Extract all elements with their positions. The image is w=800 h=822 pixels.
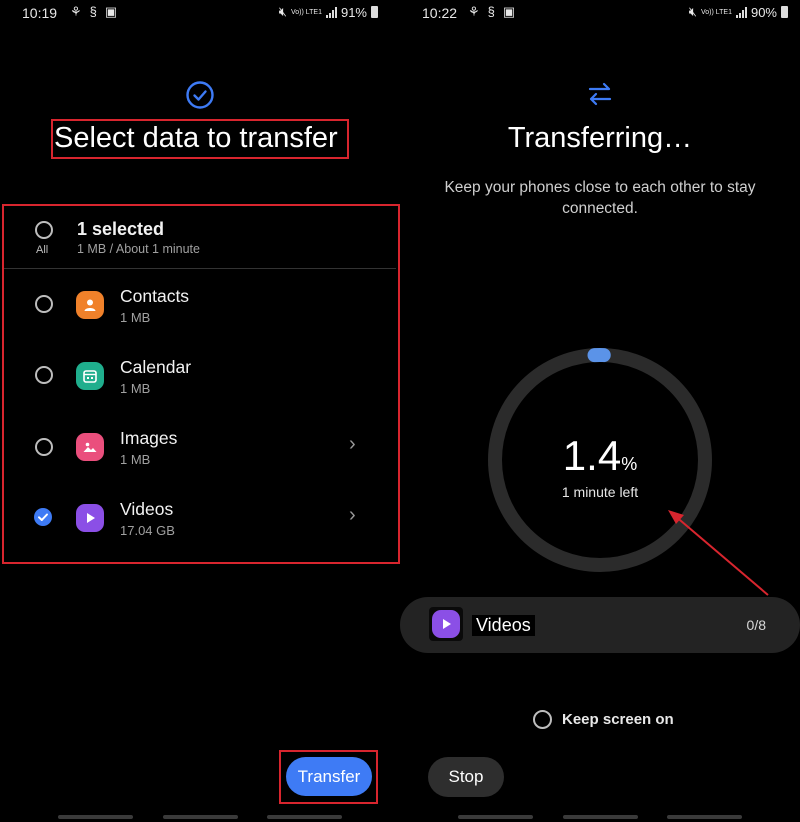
nav-bar-hint [563, 815, 638, 819]
check-circle-icon [185, 80, 215, 115]
page-subtitle: Keep your phones close to each other to … [444, 179, 756, 217]
left-screen: 10:19 ⚘ § ▣ 🔇︎ Vo)) LTE1 91% Select data… [0, 0, 400, 822]
signal-icon [735, 6, 747, 18]
battery-percent: 90% [750, 4, 777, 20]
videos-icon [429, 607, 463, 641]
page-title: Transferring… [507, 122, 693, 154]
shazam-icon: § [89, 4, 97, 19]
keep-screen-on-radio[interactable] [533, 710, 552, 729]
gallery-icon: ▣ [104, 4, 118, 19]
status-bar: 10:22 ⚘ § ▣ 🔇︎ Vo)) LTE1 90% [400, 0, 800, 26]
status-time: 10:22 [422, 5, 458, 21]
shazam-icon: § [487, 4, 495, 19]
battery-percent: 91% [340, 4, 367, 20]
keep-screen-on-toggle[interactable]: Keep screen on [533, 710, 674, 729]
annotation-box-title [51, 119, 349, 159]
status-time: 10:19 [22, 5, 58, 21]
current-item-count: 0/8 [746, 617, 766, 633]
annotation-box-list [2, 204, 400, 564]
mute-icon: 🔇︎ [688, 4, 697, 19]
network-label: Vo)) LTE1 [290, 8, 322, 16]
snapchat-icon: ⚘ [468, 4, 480, 19]
nav-bar-hint [58, 815, 133, 819]
nav-bar-hint [458, 815, 533, 819]
transfer-arrows-icon [586, 80, 614, 113]
signal-icon [325, 6, 337, 18]
current-item-label: Videos [472, 615, 535, 636]
nav-bar-hint [267, 815, 342, 819]
notification-icons: ⚘ § ▣ [70, 4, 117, 20]
battery-icon [371, 6, 378, 18]
progress-value: 1.4 [562, 432, 622, 479]
nav-bar-hint [667, 815, 742, 819]
stop-button[interactable]: Stop [428, 757, 504, 797]
progress-percent: 1.4% [487, 432, 713, 480]
current-transfer-card: Videos 0/8 [400, 597, 800, 653]
nav-bar-hint [163, 815, 238, 819]
battery-icon [781, 6, 788, 18]
snapchat-icon: ⚘ [70, 4, 82, 19]
gallery-icon: ▣ [502, 4, 516, 19]
status-right: 🔇︎ Vo)) LTE1 90% [689, 4, 788, 20]
notification-icons: ⚘ § ▣ [468, 4, 515, 20]
progress-unit: % [621, 454, 638, 474]
status-bar: 10:19 ⚘ § ▣ 🔇︎ Vo)) LTE1 91% [0, 0, 400, 26]
status-right: 🔇︎ Vo)) LTE1 91% [279, 4, 378, 20]
annotation-box-transfer [279, 750, 378, 804]
annotation-arrow [668, 510, 769, 596]
network-label: Vo)) LTE1 [700, 8, 732, 16]
mute-icon: 🔇︎ [278, 4, 287, 19]
time-left: 1 minute left [561, 484, 639, 500]
keep-screen-on-label: Keep screen on [562, 711, 674, 728]
